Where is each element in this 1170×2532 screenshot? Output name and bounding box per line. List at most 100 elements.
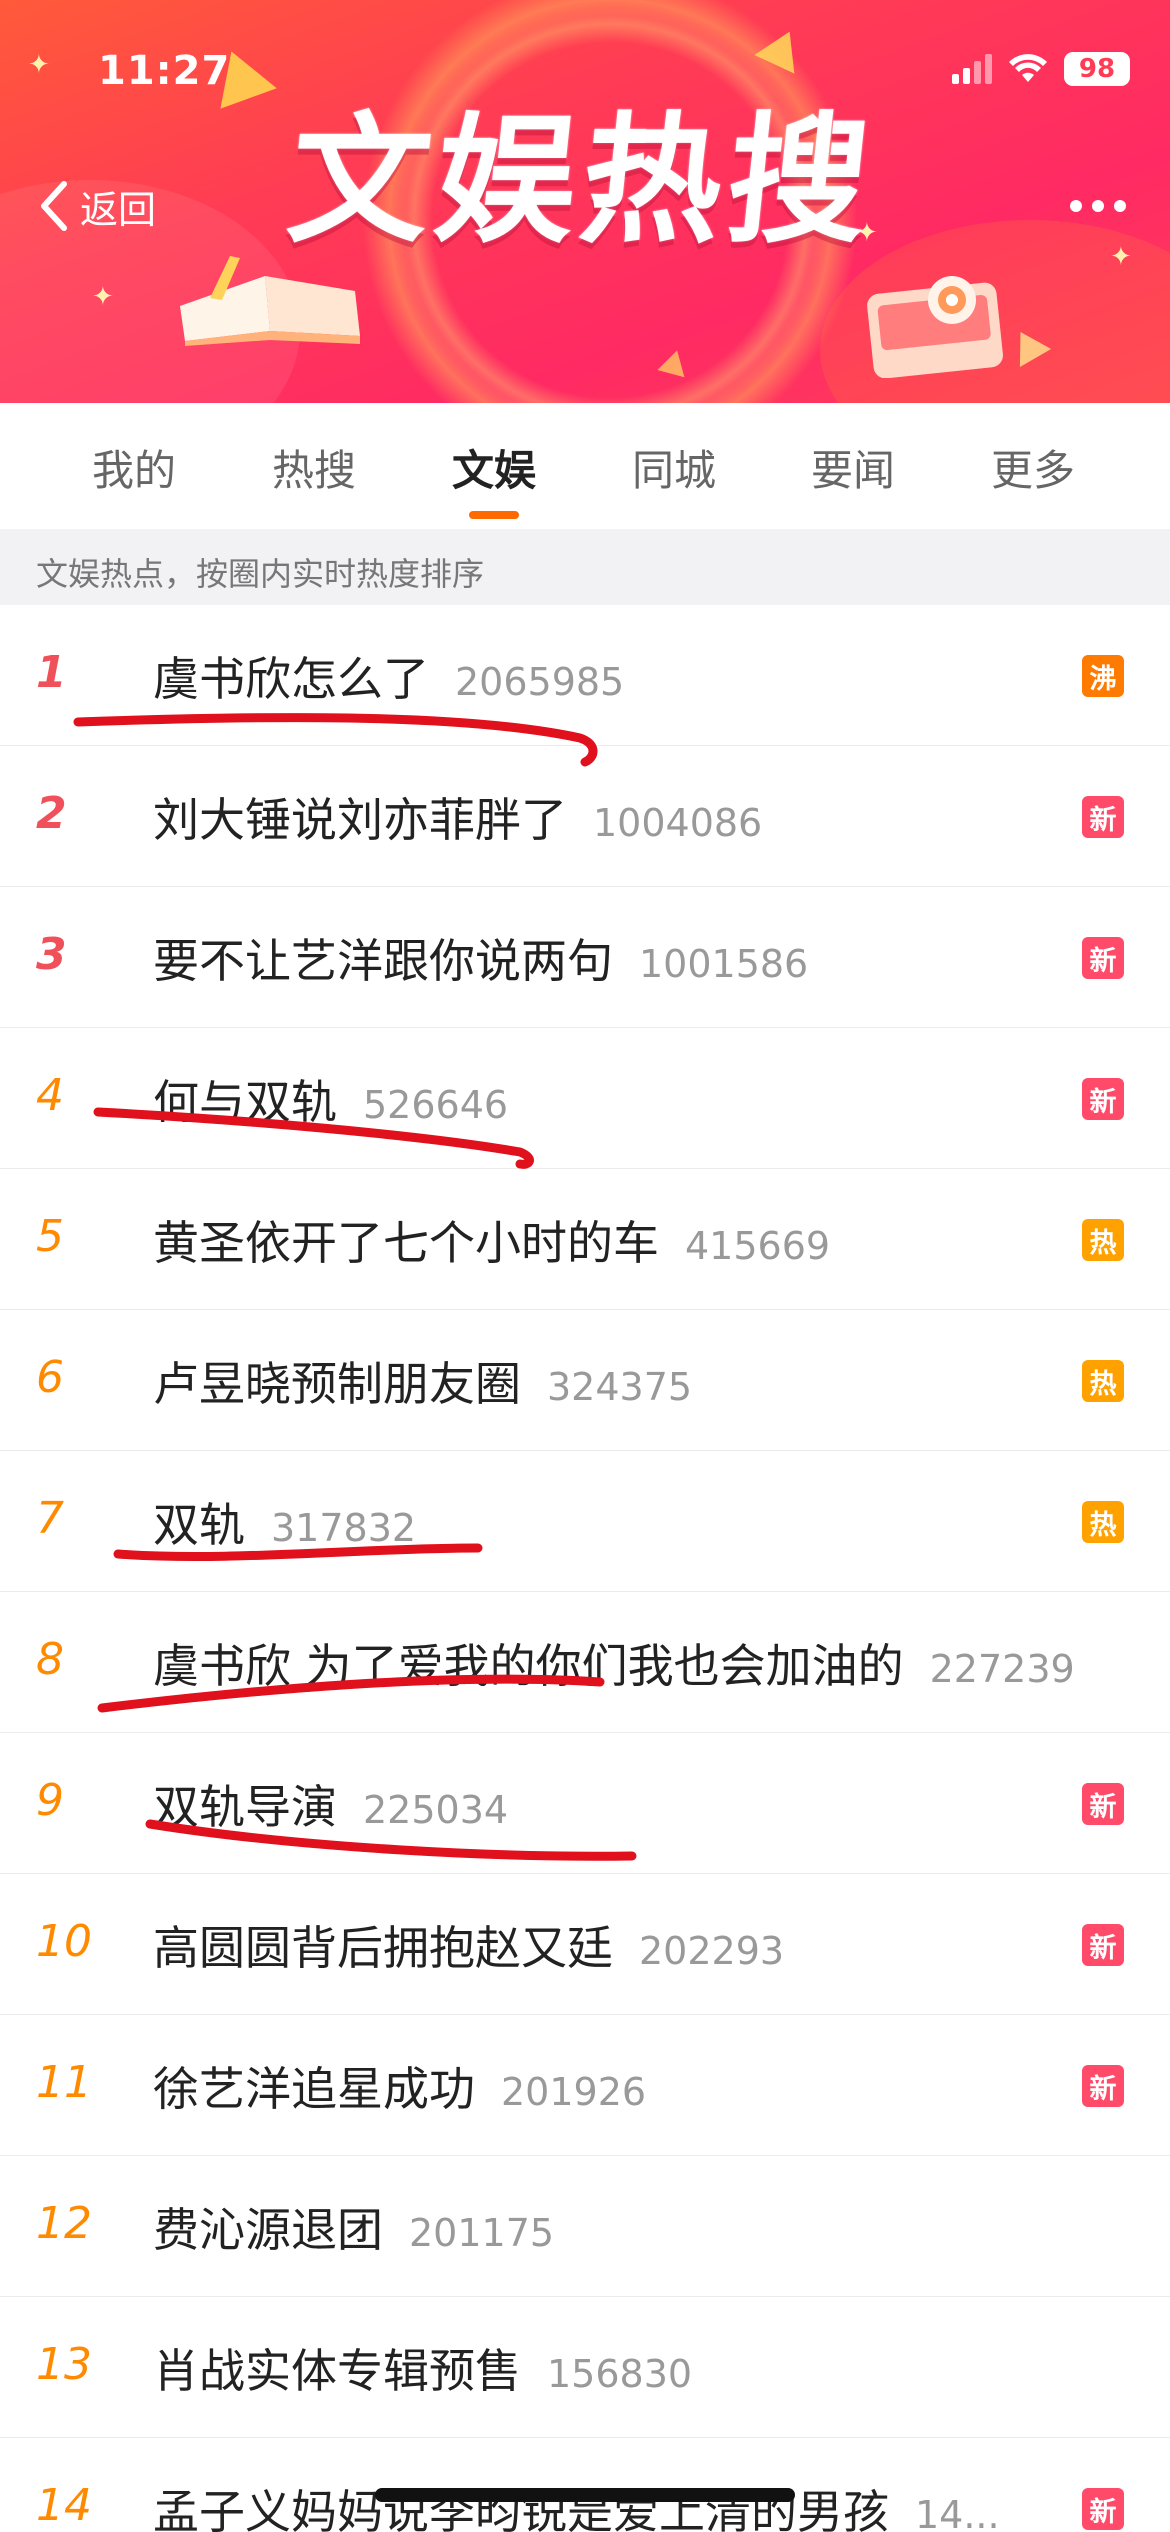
list-subheader: 文娱热点，按圈内实时热度排序 bbox=[0, 529, 1170, 605]
list-item[interactable]: 9 双轨导演 225034 新 bbox=[0, 1733, 1170, 1874]
status-badge: 热 bbox=[1082, 1501, 1124, 1543]
status-badge: 新 bbox=[1082, 1078, 1124, 1120]
topic-line: 费沁源退团 201175 bbox=[153, 2194, 554, 2260]
topic-line: 高圆圆背后拥抱赵又廷 202293 bbox=[153, 1912, 784, 1978]
topic-title: 黄圣依开了七个小时的车 bbox=[153, 1216, 659, 1270]
back-button[interactable]: 返回 bbox=[34, 178, 156, 234]
list-item[interactable]: 13 肖战实体专辑预售 156830 bbox=[0, 2297, 1170, 2438]
heat-count: 526646 bbox=[363, 1083, 509, 1127]
active-tab-indicator bbox=[469, 511, 519, 519]
tab-entertainment[interactable]: 文娱 bbox=[424, 437, 564, 498]
status-badge: 新 bbox=[1082, 2488, 1124, 2530]
status-badge: 新 bbox=[1082, 937, 1124, 979]
rank-number: 7 bbox=[36, 1493, 64, 1544]
home-indicator[interactable] bbox=[375, 2488, 795, 2502]
category-tabs: 我的 热搜 文娱 同城 要闻 更多 bbox=[0, 403, 1170, 529]
list-item[interactable]: 12 费沁源退团 201175 bbox=[0, 2156, 1170, 2297]
banner-title: 文娱热搜 bbox=[281, 100, 883, 263]
rank-number: 3 bbox=[36, 929, 67, 980]
topic-line: 要不让艺洋跟你说两句 1001586 bbox=[153, 925, 808, 991]
rank-number: 8 bbox=[36, 1634, 64, 1685]
sparkle-icon: ✦ bbox=[92, 282, 114, 312]
tab-local[interactable]: 同城 bbox=[604, 437, 744, 498]
list-item[interactable]: 14 孟子义妈妈说李昀锐是爱上清的男孩 14... 新 bbox=[0, 2438, 1170, 2532]
topic-title: 何与双轨 bbox=[153, 1075, 337, 1129]
topic-title: 孟子义妈妈说李昀锐是爱上清的男孩 bbox=[153, 2485, 889, 2532]
battery-indicator: 98 bbox=[1064, 52, 1130, 86]
topic-line: 双轨导演 225034 bbox=[153, 1771, 508, 1837]
camera-icon bbox=[867, 276, 1003, 378]
topic-title: 费沁源退团 bbox=[153, 2203, 383, 2257]
rank-number: 5 bbox=[36, 1211, 64, 1262]
rank-number: 1 bbox=[36, 647, 67, 698]
heat-count: 1004086 bbox=[593, 801, 763, 845]
list-item[interactable]: 8 虞书欣 为了爱我的你们我也会加油的 227239 bbox=[0, 1592, 1170, 1733]
rank-number: 14 bbox=[36, 2480, 92, 2531]
status-time: 11:27 bbox=[98, 48, 231, 94]
topic-line: 双轨 317832 bbox=[153, 1489, 416, 1555]
sparkle-icon: ✦ bbox=[28, 50, 50, 80]
status-badge: 新 bbox=[1082, 796, 1124, 838]
list-item[interactable]: 10 高圆圆背后拥抱赵又廷 202293 新 bbox=[0, 1874, 1170, 2015]
status-badge: 新 bbox=[1082, 1924, 1124, 1966]
list-item[interactable]: 4 何与双轨 526646 新 bbox=[0, 1028, 1170, 1169]
status-badge: 热 bbox=[1082, 1360, 1124, 1402]
status-icons: 98 bbox=[952, 52, 1130, 86]
topic-title: 徐艺洋追星成功 bbox=[153, 2062, 475, 2116]
sparkle-icon: ✦ bbox=[1110, 242, 1132, 272]
topic-title: 虞书欣 为了爱我的你们我也会加油的 bbox=[153, 1639, 904, 1693]
topic-line: 孟子义妈妈说李昀锐是爱上清的男孩 14... bbox=[153, 2476, 1000, 2532]
heat-count: 225034 bbox=[363, 1788, 509, 1832]
topic-line: 刘大锤说刘亦菲胖了 1004086 bbox=[153, 784, 762, 850]
heat-count: 227239 bbox=[929, 1647, 1075, 1691]
rank-number: 9 bbox=[36, 1775, 64, 1826]
header-banner: ✦ ✦ ✦ ✦ 11:27 98 返回 文娱热搜 bbox=[0, 0, 1170, 403]
heat-count: 202293 bbox=[639, 1929, 785, 1973]
topic-title: 肖战实体专辑预售 bbox=[153, 2344, 521, 2398]
list-item[interactable]: 1 虞书欣怎么了 2065985 沸 bbox=[0, 605, 1170, 746]
topic-line: 何与双轨 526646 bbox=[153, 1066, 508, 1132]
heat-count: 1001586 bbox=[639, 942, 809, 986]
topic-line: 卢昱晓预制朋友圈 324375 bbox=[153, 1348, 692, 1414]
rank-number: 10 bbox=[36, 1916, 92, 1967]
list-item[interactable]: 7 双轨 317832 热 bbox=[0, 1451, 1170, 1592]
rank-number: 6 bbox=[36, 1352, 64, 1403]
list-item[interactable]: 3 要不让艺洋跟你说两句 1001586 新 bbox=[0, 887, 1170, 1028]
tab-hot-search[interactable]: 热搜 bbox=[244, 437, 384, 498]
topic-title: 要不让艺洋跟你说两句 bbox=[153, 934, 613, 988]
hot-search-list: 1 虞书欣怎么了 2065985 沸 2 刘大锤说刘亦菲胖了 1004086 新 3 要不让艺洋跟… bbox=[0, 605, 1170, 2532]
status-badge: 新 bbox=[1082, 2065, 1124, 2107]
tab-news[interactable]: 要闻 bbox=[783, 437, 923, 498]
rank-number: 4 bbox=[36, 1070, 64, 1121]
list-item[interactable]: 2 刘大锤说刘亦菲胖了 1004086 新 bbox=[0, 746, 1170, 887]
list-item[interactable]: 5 黄圣依开了七个小时的车 415669 热 bbox=[0, 1169, 1170, 1310]
rank-number: 12 bbox=[36, 2198, 92, 2249]
rank-number: 2 bbox=[36, 788, 67, 839]
list-item[interactable]: 6 卢昱晓预制朋友圈 324375 热 bbox=[0, 1310, 1170, 1451]
rank-number: 11 bbox=[36, 2057, 92, 2108]
topic-title: 双轨 bbox=[153, 1498, 245, 1552]
tab-more[interactable]: 更多 bbox=[963, 437, 1103, 498]
wifi-icon bbox=[1009, 54, 1047, 82]
topic-line: 虞书欣怎么了 2065985 bbox=[153, 643, 624, 709]
subheader-text: 文娱热点，按圈内实时热度排序 bbox=[36, 555, 485, 593]
heat-count: 156830 bbox=[547, 2352, 693, 2396]
topic-title: 刘大锤说刘亦菲胖了 bbox=[153, 793, 567, 847]
heat-count: 201175 bbox=[409, 2211, 555, 2255]
heat-count: 317832 bbox=[271, 1506, 417, 1550]
topic-line: 徐艺洋追星成功 201926 bbox=[153, 2053, 646, 2119]
back-label: 返回 bbox=[80, 187, 157, 232]
topic-title: 高圆圆背后拥抱赵又廷 bbox=[153, 1921, 613, 1975]
status-badge: 新 bbox=[1082, 1783, 1124, 1825]
cellular-signal-icon bbox=[952, 54, 992, 84]
more-options-button[interactable] bbox=[1070, 200, 1126, 212]
heat-count: 14... bbox=[915, 2493, 1000, 2532]
status-badge: 沸 bbox=[1082, 655, 1124, 697]
topic-title: 双轨导演 bbox=[153, 1780, 337, 1834]
heat-count: 415669 bbox=[685, 1224, 831, 1268]
list-item[interactable]: 11 徐艺洋追星成功 201926 新 bbox=[0, 2015, 1170, 2156]
tab-mine[interactable]: 我的 bbox=[64, 437, 204, 498]
heat-count: 201926 bbox=[501, 2070, 647, 2114]
status-badge: 热 bbox=[1082, 1219, 1124, 1261]
heat-count: 2065985 bbox=[455, 660, 625, 704]
